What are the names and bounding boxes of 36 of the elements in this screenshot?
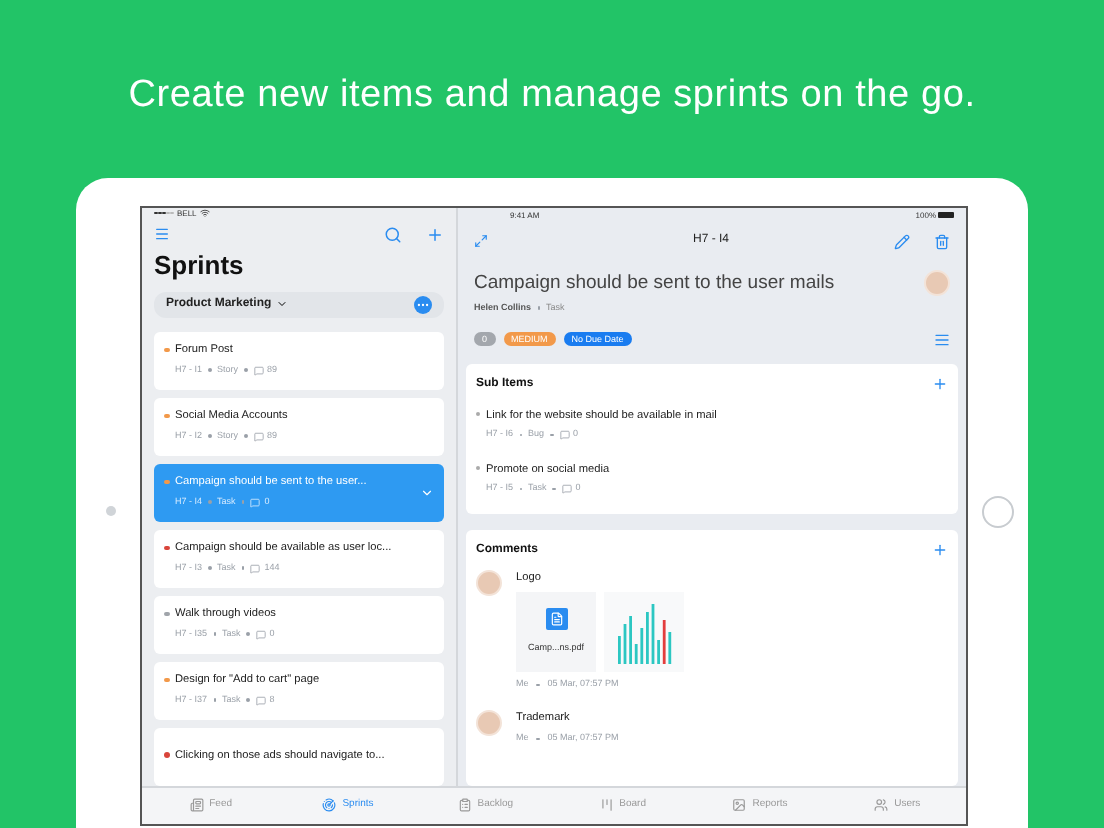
document-icon — [545, 608, 567, 631]
tab-icon — [599, 798, 614, 812]
add-icon[interactable] — [932, 542, 948, 559]
sidebar-title: Sprints — [154, 249, 246, 282]
detail-title: Campaign should be sent to the user mails — [474, 269, 835, 297]
tab-icon — [457, 798, 472, 812]
avatar — [924, 269, 950, 295]
add-icon[interactable] — [932, 376, 948, 392]
menu-icon[interactable] — [154, 226, 170, 243]
tab-icon — [189, 798, 204, 812]
add-icon[interactable] — [426, 225, 444, 244]
chevron-icon — [275, 298, 288, 311]
comment-icon — [250, 497, 261, 508]
tab-icon — [874, 798, 889, 812]
edit-icon[interactable] — [893, 233, 910, 249]
delete-icon[interactable] — [933, 233, 950, 249]
comment-icon — [561, 483, 572, 494]
more-icon[interactable] — [414, 295, 432, 314]
comment-icon — [250, 563, 261, 574]
comment-icon — [255, 629, 266, 640]
comment-icon — [253, 431, 264, 442]
comment-icon — [253, 365, 264, 376]
avatar — [476, 709, 502, 736]
search-icon[interactable] — [384, 225, 402, 244]
battery-icon — [938, 211, 954, 219]
wifi-icon — [200, 208, 211, 219]
avatar — [476, 569, 502, 596]
menu-icon[interactable] — [934, 331, 950, 347]
expand-icon[interactable] — [474, 234, 488, 248]
comment-icon — [559, 429, 570, 440]
chevron-icon — [420, 485, 434, 499]
headline: Create new items and manage sprints on the go. — [128, 72, 976, 120]
chart-thumbnail-drawing[interactable] — [604, 592, 684, 673]
tab-icon — [322, 798, 337, 812]
comment-icon — [255, 695, 266, 706]
tab-icon — [732, 798, 747, 812]
